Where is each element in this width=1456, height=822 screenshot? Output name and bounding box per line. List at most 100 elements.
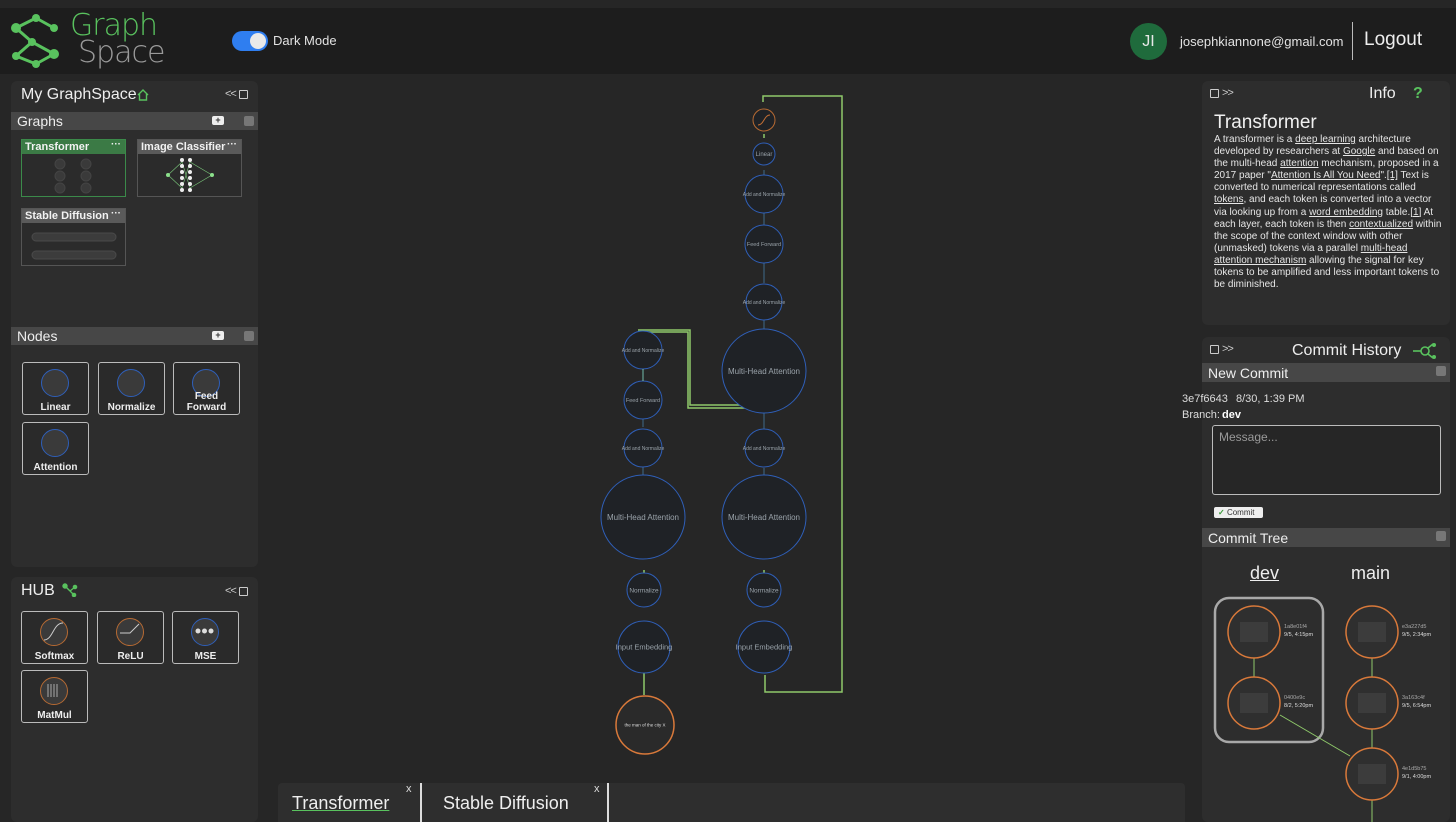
help-icon[interactable]: ? xyxy=(1413,85,1423,103)
node-preview-icon xyxy=(41,369,69,397)
commit-edges xyxy=(1253,658,1373,822)
commit-node-main[interactable]: 4e1d5b75 9/1, 4:00pm xyxy=(1345,747,1431,801)
commit-message-input[interactable]: Message... xyxy=(1212,425,1441,495)
graph-node-emb-r[interactable]: Input Embedding xyxy=(736,620,793,674)
collapse-label: >> xyxy=(1222,343,1234,355)
hub-card-matmul[interactable]: MatMul xyxy=(21,670,88,723)
commit-button[interactable]: ✓ Commit xyxy=(1214,507,1263,518)
node-label: Multi-Head Attention xyxy=(728,513,800,522)
commit-button-label: Commit xyxy=(1226,508,1255,517)
add-graph-button[interactable]: + xyxy=(212,116,224,125)
share-icon[interactable] xyxy=(62,583,78,597)
node-card-label: Feed Forward xyxy=(186,391,227,413)
graph-node-norm-r[interactable]: Normalize xyxy=(746,572,782,608)
info-link[interactable]: tokens xyxy=(1214,194,1243,205)
tab-transformer[interactable]: Transformer xyxy=(292,793,389,814)
node-card-label: Attention xyxy=(33,462,78,473)
commit-tree-minimize-button[interactable] xyxy=(1436,531,1446,541)
info-link[interactable]: [1] xyxy=(1387,170,1398,181)
commit-node-dev[interactable]: 1a8e01f4 9/5, 4:15pm xyxy=(1227,605,1313,659)
commit-node-dev[interactable]: 0400e9c 8/2, 5:20pm xyxy=(1227,676,1313,730)
node-label: Normalize xyxy=(629,587,659,594)
logout-button[interactable]: Logout xyxy=(1364,29,1422,51)
branch-dev-tab[interactable]: dev xyxy=(1250,563,1279,584)
info-link[interactable]: attention xyxy=(1280,158,1318,169)
commit-tree-date: 9/5, 4:15pm xyxy=(1284,632,1313,638)
graph-node-addnorm-r3[interactable]: Add and Normalize xyxy=(743,428,786,468)
graph-node-mha-l[interactable]: Multi-Head Attention xyxy=(600,474,686,560)
info-link[interactable]: deep learning xyxy=(1295,134,1356,145)
graph-node-linear[interactable]: Linear xyxy=(752,142,776,166)
info-link[interactable]: [1] xyxy=(1410,207,1421,218)
info-link[interactable]: attention mechanism xyxy=(1214,255,1306,266)
graph-node-mha-r1[interactable]: Multi-Head Attention xyxy=(721,328,807,414)
commit-graph-icon xyxy=(1413,343,1436,359)
branch-main-tab[interactable]: main xyxy=(1351,563,1390,584)
avatar[interactable]: JI xyxy=(1130,23,1167,60)
node-label: Feed Forward xyxy=(626,398,660,404)
node-label: Multi-Head Attention xyxy=(728,367,800,376)
node-card-normalize[interactable]: Normalize xyxy=(98,362,165,415)
hub-card-label: MatMul xyxy=(37,710,72,721)
commit-node-main[interactable]: e3a227d5 9/5, 2:34pm xyxy=(1345,605,1431,659)
close-tab-stable-diffusion-button[interactable]: x xyxy=(594,783,600,795)
node-card-label: Normalize xyxy=(107,402,156,413)
info-link[interactable]: Attention Is All You Need xyxy=(1271,170,1381,181)
graph-node-ff-right[interactable]: Feed Forward xyxy=(744,224,784,264)
graph-card-menu[interactable]: ··· xyxy=(227,138,237,152)
graph-node-addnorm-l1[interactable]: Add and Normalize xyxy=(622,330,665,370)
hub-card-softmax[interactable]: Softmax xyxy=(21,611,88,664)
info-link[interactable]: word embedding xyxy=(1309,207,1383,218)
graphspace-logo[interactable]: Graph Space xyxy=(6,10,166,70)
close-tab-transformer-button[interactable]: x xyxy=(406,783,412,795)
collapse-commit-button[interactable]: >> xyxy=(1210,343,1234,355)
tab-stable-diffusion[interactable]: Stable Diffusion xyxy=(443,793,569,814)
graph-card-transformer[interactable]: Transformer ··· xyxy=(21,139,126,197)
commit-thumbnail xyxy=(1240,622,1268,642)
graph-node-addnorm-l2[interactable]: Add and Normalize xyxy=(622,428,665,468)
info-text: A transformer is a xyxy=(1214,134,1296,145)
hub-card-mse[interactable]: MSE xyxy=(172,611,239,664)
graph-node-ff-left[interactable]: Feed Forward xyxy=(623,380,663,420)
commit-date: 8/30, 1:39 PM xyxy=(1236,393,1305,405)
my-graphspace-title: My GraphSpace xyxy=(21,86,137,103)
node-card-attention[interactable]: Attention xyxy=(22,422,89,475)
hub-card-relu[interactable]: ReLU xyxy=(97,611,164,664)
graph-card-title: Stable Diffusion xyxy=(25,210,109,222)
graph-canvas[interactable]: Linear Add and Normalize Feed Forward Add a… xyxy=(268,80,1193,780)
graphs-header-label: Graphs xyxy=(17,113,63,129)
commit-thumbnail xyxy=(1358,622,1386,642)
commit-tree[interactable]: 1a8e01f4 9/5, 4:15pm 0400e9c 8/2, 5:20pm e3a… xyxy=(1205,590,1450,822)
branch-name: dev xyxy=(1222,409,1241,421)
nodes-minimize-button[interactable] xyxy=(244,331,254,341)
info-link[interactable]: Google xyxy=(1343,146,1375,157)
add-node-button[interactable]: + xyxy=(212,331,224,340)
graph-node-norm-l[interactable]: Normalize xyxy=(626,572,662,608)
graph-node-addnorm-top[interactable]: Add and Normalize xyxy=(743,174,786,214)
info-link[interactable]: contextualized xyxy=(1349,219,1413,230)
home-icon[interactable] xyxy=(137,89,149,101)
graph-node-emb-l[interactable]: Input Embedding xyxy=(616,620,673,674)
graph-card-menu[interactable]: ··· xyxy=(111,207,121,221)
node-card-feed-forward[interactable]: Feed Forward xyxy=(173,362,240,415)
collapse-left-panel-button[interactable]: << xyxy=(225,88,248,100)
commit-node-main[interactable]: 3a163c4f 9/5, 6:54pm xyxy=(1345,676,1431,730)
info-description: A transformer is a deep learning archite… xyxy=(1214,134,1446,291)
dark-mode-label: Dark Mode xyxy=(273,33,337,48)
new-commit-minimize-button[interactable] xyxy=(1436,366,1446,376)
graph-card-image-classifier[interactable]: Image Classifier ··· xyxy=(137,139,242,197)
popout-icon xyxy=(1210,344,1219,354)
graph-card-stable-diffusion[interactable]: Stable Diffusion ··· xyxy=(21,208,126,266)
node-card-linear[interactable]: Linear xyxy=(22,362,89,415)
graph-card-menu[interactable]: ··· xyxy=(111,138,121,152)
graphs-minimize-button[interactable] xyxy=(244,116,254,126)
node-label: Add and Normalize xyxy=(622,446,665,452)
collapse-hub-button[interactable]: << xyxy=(225,585,248,597)
dark-mode-toggle[interactable] xyxy=(232,31,268,51)
info-link[interactable]: multi-head xyxy=(1361,243,1408,254)
graph-node-softmax[interactable] xyxy=(752,108,776,132)
graph-node-input[interactable]: the man of the city X xyxy=(615,695,675,755)
collapse-info-button[interactable]: >> xyxy=(1210,87,1234,99)
graph-node-mha-r2[interactable]: Multi-Head Attention xyxy=(721,474,807,560)
graph-node-addnorm-r2[interactable]: Add and Normalize xyxy=(743,283,786,321)
